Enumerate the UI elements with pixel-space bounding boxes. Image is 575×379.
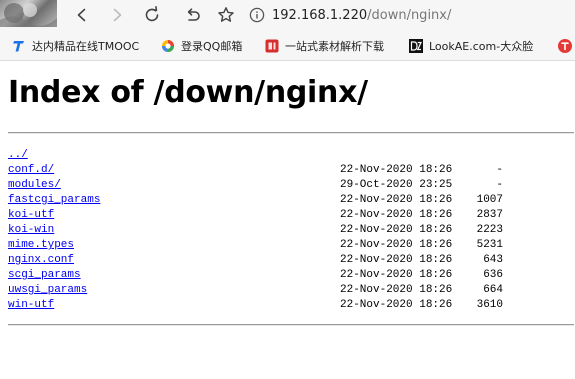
extension-icon <box>558 39 572 53</box>
qq-mail-icon <box>161 39 175 53</box>
file-link-koi-win[interactable]: koi-win <box>8 224 54 236</box>
file-date: 22-Nov-2020 18:26 <box>340 224 453 236</box>
file-date: 22-Nov-2020 18:26 <box>340 254 453 266</box>
page-title: Index of /down/nginx/ <box>8 75 368 110</box>
listing-row-parent: ../ <box>8 148 508 163</box>
file-size: 2223 <box>476 224 503 236</box>
file-size: 636 <box>483 269 503 281</box>
bookmark-label: 登录QQ邮箱 <box>181 40 243 53</box>
reload-icon <box>143 6 161 24</box>
undo-arrow-icon <box>184 6 202 24</box>
bookmark-tmooc[interactable]: 达内精品在线TMOOC <box>12 37 156 55</box>
bookmark-material-download[interactable]: 一站式素材解析下载 <box>265 37 384 55</box>
file-link-win-utf[interactable]: win-utf <box>8 299 54 311</box>
page-content: Index of /down/nginx/ ../ conf.d/ 22-Nov… <box>0 61 575 379</box>
file-size: - <box>496 179 503 191</box>
bookmark-lookae[interactable]: LookAE.com-大众脸 <box>409 37 548 55</box>
star-icon <box>217 6 235 24</box>
url-host: 192.168.1.220 <box>272 7 368 23</box>
file-size: 664 <box>483 284 503 296</box>
site-info-icon[interactable] <box>249 7 265 23</box>
listing-row: koi-win 22-Nov-2020 18:26 2223 <box>8 223 508 238</box>
bookmark-label: LookAE.com-大众脸 <box>429 40 534 53</box>
listing-row: scgi_params 22-Nov-2020 18:26 636 <box>8 268 508 283</box>
file-date: 22-Nov-2020 18:26 <box>340 299 453 311</box>
listing-row: modules/ 29-Oct-2020 23:25 - <box>8 178 508 193</box>
file-size: 2837 <box>476 209 503 221</box>
file-size: - <box>496 164 503 176</box>
file-link-mime-types[interactable]: mime.types <box>8 239 74 251</box>
back-button[interactable] <box>71 4 93 26</box>
folder-link-modules[interactable]: modules/ <box>8 179 61 191</box>
listing-row: fastcgi_params 22-Nov-2020 18:26 1007 <box>8 193 508 208</box>
folder-link-conf-d[interactable]: conf.d/ <box>8 164 54 176</box>
listing-row: uwsgi_params 22-Nov-2020 18:26 664 <box>8 283 508 298</box>
file-link-fastcgi-params[interactable]: fastcgi_params <box>8 194 100 206</box>
file-date: 22-Nov-2020 18:26 <box>340 284 453 296</box>
file-size: 5231 <box>476 239 503 251</box>
reload-button[interactable] <box>141 4 163 26</box>
lookae-icon <box>409 39 423 53</box>
forward-button[interactable] <box>106 4 128 26</box>
browser-toolbar: 192.168.1.220/down/nginx/ <box>0 0 575 33</box>
file-date: 22-Nov-2020 18:26 <box>340 209 453 221</box>
bookmark-star-button[interactable] <box>215 4 237 26</box>
tmooc-icon <box>12 39 26 53</box>
extension-button[interactable] <box>558 37 575 55</box>
undo-close-tab-button[interactable] <box>182 4 204 26</box>
url-path: /down/nginx/ <box>367 7 452 23</box>
file-link-koi-utf[interactable]: koi-utf <box>8 209 54 221</box>
back-arrow-icon <box>74 7 90 23</box>
file-date: 22-Nov-2020 18:26 <box>340 239 453 251</box>
parent-directory-link[interactable]: ../ <box>8 149 28 161</box>
divider-bottom <box>8 324 574 326</box>
file-date: 29-Oct-2020 23:25 <box>340 179 453 191</box>
listing-row: win-utf 22-Nov-2020 18:26 3610 <box>8 298 508 313</box>
file-size: 643 <box>483 254 503 266</box>
listing-row: nginx.conf 22-Nov-2020 18:26 643 <box>8 253 508 268</box>
file-date: 22-Nov-2020 18:26 <box>340 269 453 281</box>
listing-row: mime.types 22-Nov-2020 18:26 5231 <box>8 238 508 253</box>
bookmarks-bar: 达内精品在线TMOOC 登录QQ邮箱 一站式素材解析下载 LookAE.com-… <box>0 33 575 61</box>
file-size: 1007 <box>476 194 503 206</box>
address-bar[interactable]: 192.168.1.220/down/nginx/ <box>249 4 575 26</box>
file-date: 22-Nov-2020 18:26 <box>340 194 453 206</box>
material-download-icon <box>265 39 279 53</box>
file-size: 3610 <box>476 299 503 311</box>
file-link-nginx-conf[interactable]: nginx.conf <box>8 254 74 266</box>
file-date: 22-Nov-2020 18:26 <box>340 164 453 176</box>
tab-thumbnail-icon[interactable] <box>0 0 57 27</box>
forward-arrow-icon <box>109 7 125 23</box>
file-link-scgi-params[interactable]: scgi_params <box>8 269 81 281</box>
file-link-uwsgi-params[interactable]: uwsgi_params <box>8 284 87 296</box>
bookmark-label: 一站式素材解析下载 <box>285 40 384 53</box>
listing-row: conf.d/ 22-Nov-2020 18:26 - <box>8 163 508 178</box>
bookmark-qq-mail[interactable]: 登录QQ邮箱 <box>161 37 242 55</box>
listing-row: koi-utf 22-Nov-2020 18:26 2837 <box>8 208 508 223</box>
divider-top <box>8 132 574 134</box>
bookmark-label: 达内精品在线TMOOC <box>32 40 140 53</box>
directory-listing: ../ conf.d/ 22-Nov-2020 18:26 - modules/… <box>8 148 508 313</box>
